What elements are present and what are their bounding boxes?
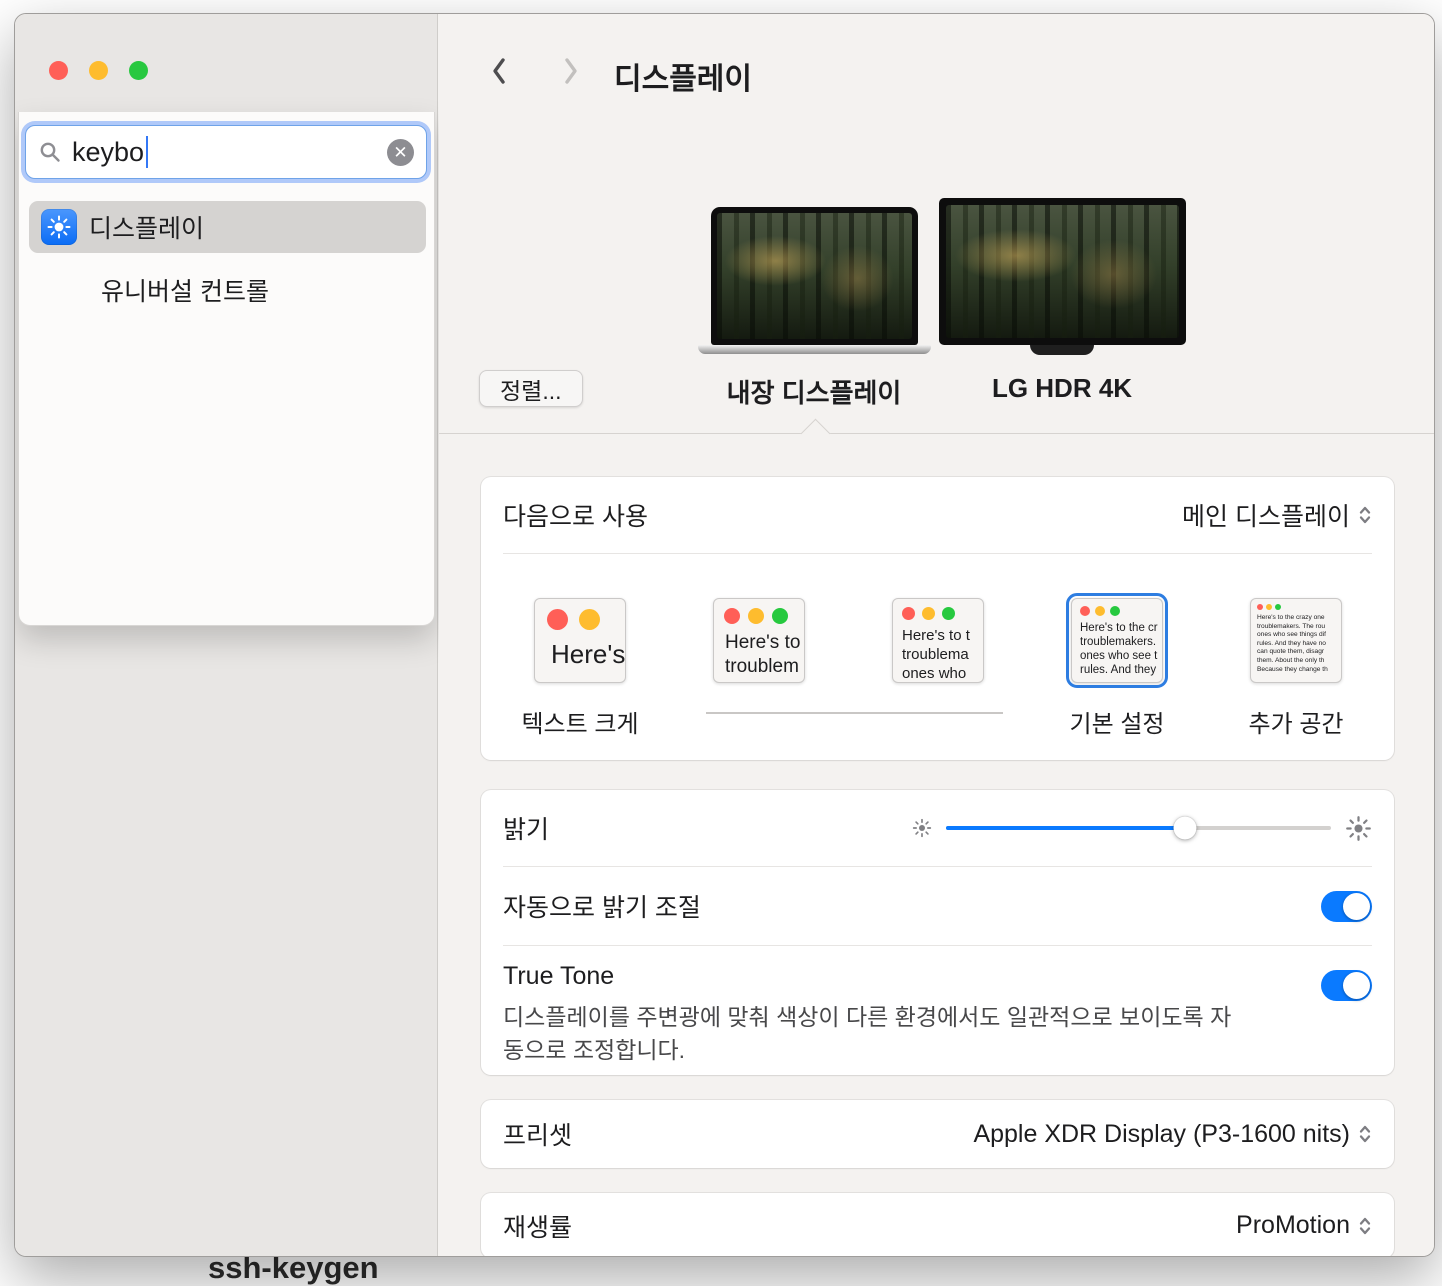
brightness-label: 밝기 xyxy=(503,810,549,846)
scaling-label-more-space: 추가 공간 xyxy=(1249,704,1344,739)
true-tone-label: True Tone xyxy=(503,962,1243,991)
window-dots xyxy=(535,599,625,630)
sidebar-item-display[interactable]: 디스플레이 xyxy=(29,201,426,253)
preset-card: 프리셋 Apple XDR Display (P3-1600 nits) xyxy=(481,1100,1394,1168)
laptop-base xyxy=(698,345,931,354)
window-dots xyxy=(1251,599,1341,610)
page-title: 디스플레이 xyxy=(614,54,752,98)
true-tone-row: True Tone 디스플레이를 주변광에 맞춰 색상이 다른 환경에서도 일관… xyxy=(481,946,1394,1067)
refresh-rate-label: 재생률 xyxy=(503,1208,572,1244)
scaling-preview-text: Here's xyxy=(535,630,625,670)
toggle-knob xyxy=(1343,972,1370,999)
search-icon xyxy=(38,140,62,164)
forward-icon[interactable] xyxy=(557,55,585,87)
traffic-lights xyxy=(49,61,148,80)
scaling-preview-text: Here's to the cr troublemakers. ones who… xyxy=(1072,616,1162,677)
popup-chevrons-icon xyxy=(1358,504,1372,526)
display-settings-icon xyxy=(41,209,77,245)
use-as-value: 메인 디스플레이 xyxy=(1182,497,1350,533)
brightness-low-icon xyxy=(912,818,932,838)
divider xyxy=(503,553,1372,554)
sidebar-item-label: 유니버설 컨트롤 xyxy=(101,272,269,308)
use-as-row: 다음으로 사용 메인 디스플레이 xyxy=(481,477,1394,553)
arrange-button[interactable]: 정렬... xyxy=(479,370,583,407)
section-divider xyxy=(439,433,1434,434)
external-display-thumbnail[interactable] xyxy=(939,198,1186,345)
auto-brightness-label: 자동으로 밝기 조절 xyxy=(503,888,701,924)
window-dots xyxy=(893,599,983,620)
sidebar: keybo ✕ 디스플레이 xyxy=(15,14,438,1256)
display-options-card: 다음으로 사용 메인 디스플레이 Here's Here's to troubl… xyxy=(481,477,1394,760)
scaling-preview-text: Here's to t troublema ones who xyxy=(893,620,983,683)
sidebar-item-label: 디스플레이 xyxy=(89,209,204,245)
true-tone-description: 디스플레이를 주변광에 맞춰 색상이 다른 환경에서도 일관적으로 보이도록 자… xyxy=(503,1001,1243,1067)
monitor-stand xyxy=(1030,345,1094,355)
brightness-slider-thumb[interactable] xyxy=(1173,817,1196,840)
text-caret xyxy=(146,136,148,168)
back-icon[interactable] xyxy=(485,55,513,87)
scaling-option-2[interactable]: Here's to troublem xyxy=(713,598,805,683)
auto-brightness-row: 자동으로 밝기 조절 xyxy=(481,867,1394,945)
refresh-rate-row: 재생률 ProMotion xyxy=(481,1193,1394,1257)
window-dots xyxy=(714,599,804,624)
search-input[interactable]: keybo ✕ xyxy=(25,125,427,179)
built-in-display-thumbnail[interactable] xyxy=(711,207,918,345)
main-content: 디스플레이 내장 디스플레이 LG HDR 4K 정렬... 다음으로 사용 메… xyxy=(439,14,1434,1256)
toggle-knob xyxy=(1343,893,1370,920)
minimize-button[interactable] xyxy=(89,61,108,80)
external-display-name: LG HDR 4K xyxy=(992,373,1132,404)
scaling-preview-text: Here's to the crazy one troublemakers. T… xyxy=(1251,610,1341,674)
true-tone-toggle[interactable] xyxy=(1321,970,1372,1001)
scaling-label-default: 기본 설정 xyxy=(1070,704,1165,739)
brightness-high-icon xyxy=(1345,815,1372,842)
popup-chevrons-icon xyxy=(1358,1215,1372,1237)
wallpaper-preview xyxy=(717,213,912,339)
scaling-option-default[interactable]: Here's to the cr troublemakers. ones who… xyxy=(1071,598,1163,683)
zoom-button[interactable] xyxy=(129,61,148,80)
preset-popup[interactable]: Apple XDR Display (P3-1600 nits) xyxy=(973,1120,1372,1149)
auto-brightness-toggle[interactable] xyxy=(1321,891,1372,922)
search-results-panel: keybo ✕ 디스플레이 xyxy=(18,112,435,626)
preset-row: 프리셋 Apple XDR Display (P3-1600 nits) xyxy=(481,1100,1394,1168)
popover-arrow xyxy=(801,419,831,449)
brightness-row: 밝기 xyxy=(481,790,1394,866)
brightness-card: 밝기 xyxy=(481,790,1394,1075)
popup-chevrons-icon xyxy=(1358,1123,1372,1145)
use-as-label: 다음으로 사용 xyxy=(503,497,648,533)
system-settings-window: keybo ✕ 디스플레이 xyxy=(14,13,1435,1257)
scaling-preview-text: Here's to troublem xyxy=(714,624,804,679)
brightness-slider[interactable] xyxy=(946,826,1331,830)
refresh-rate-value: ProMotion xyxy=(1236,1211,1350,1240)
scaling-option-larger-text[interactable]: Here's xyxy=(534,598,626,683)
close-button[interactable] xyxy=(49,61,68,80)
sidebar-item-universal-control[interactable]: 유니버설 컨트롤 xyxy=(29,269,426,311)
clear-search-icon[interactable]: ✕ xyxy=(387,139,414,166)
scaling-label-larger-text: 텍스트 크게 xyxy=(521,704,638,739)
refresh-rate-card: 재생률 ProMotion xyxy=(481,1193,1394,1257)
scaling-option-more-space[interactable]: Here's to the crazy one troublemakers. T… xyxy=(1250,598,1342,683)
wallpaper-preview xyxy=(946,205,1179,338)
window-dots xyxy=(1072,599,1162,616)
brightness-slider-fill xyxy=(946,826,1185,830)
built-in-display-name: 내장 디스플레이 xyxy=(727,373,902,410)
scaling-tick-line xyxy=(706,712,1003,714)
use-as-popup[interactable]: 메인 디스플레이 xyxy=(1182,497,1372,533)
scaling-option-3[interactable]: Here's to t troublema ones who xyxy=(892,598,984,683)
search-input-value: keybo xyxy=(72,137,144,168)
refresh-rate-popup[interactable]: ProMotion xyxy=(1236,1211,1372,1240)
preset-value: Apple XDR Display (P3-1600 nits) xyxy=(973,1120,1350,1149)
preset-label: 프리셋 xyxy=(503,1116,572,1152)
